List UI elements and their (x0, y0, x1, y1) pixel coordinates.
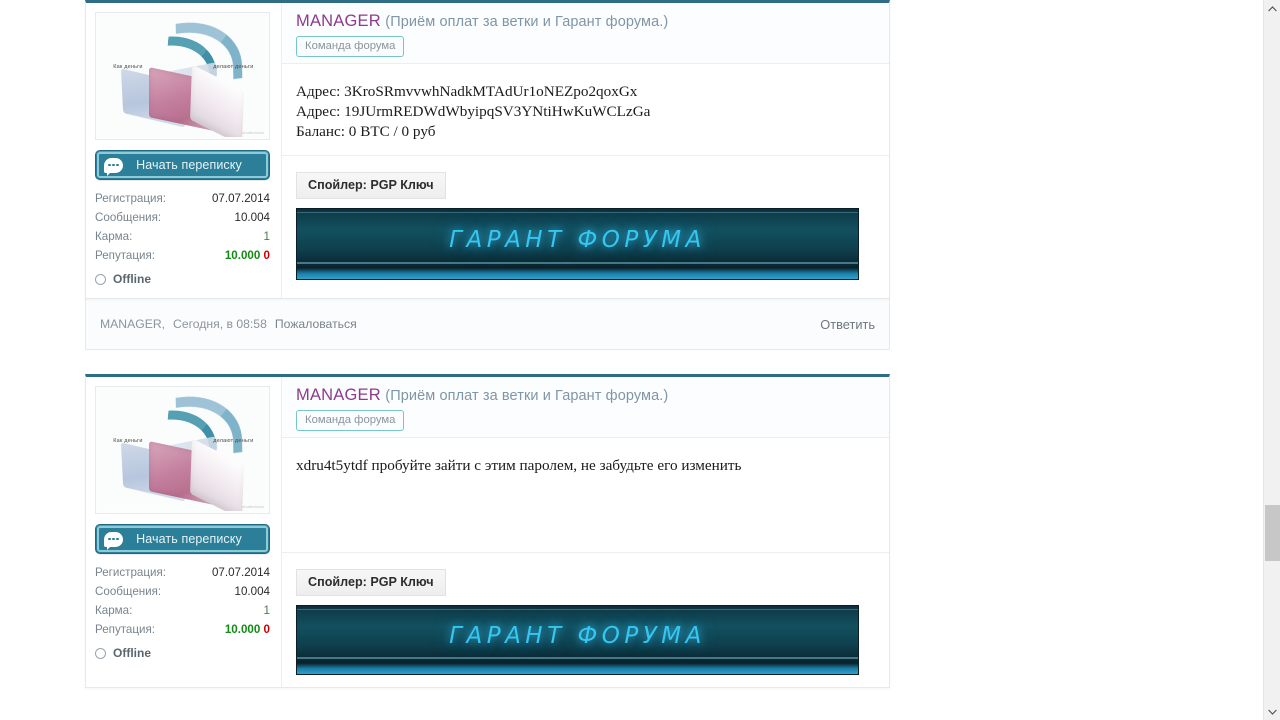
guarantor-banner-text: ГАРАНТ ФОРУМА (449, 623, 706, 649)
stat-row-reputation: Репутация: 10.000 0 (95, 246, 270, 265)
post-author-name[interactable]: MANAGER (296, 386, 381, 404)
post-footer-author: MANAGER, (100, 317, 166, 331)
stat-label: Сообщения: (95, 211, 162, 224)
stat-row-registration: Регистрация: 07.07.2014 (95, 563, 270, 582)
stat-value: 10.004 (234, 585, 270, 598)
reputation-values: 10.000 0 (225, 246, 270, 265)
post-message-column: MANAGER (Приём оплат за ветки и Гарант ф… (282, 377, 889, 687)
reputation-positive: 10.000 (224, 249, 261, 262)
stat-label: Репутация: (95, 249, 155, 262)
avatar-watermark: shutterstock (242, 504, 264, 509)
post-body-line: Адрес: 19JUrmREDWdWbyipqSV3YNtiHwKuWCLzG… (296, 103, 651, 120)
reputation-negative: 0 (263, 249, 270, 262)
post-header: MANAGER (Приём оплат за ветки и Гарант ф… (282, 377, 889, 438)
post-item: Как деньги делают деньги shutterstock На… (85, 0, 890, 299)
post-author-name[interactable]: MANAGER (296, 12, 381, 30)
avatar-watermark: shutterstock (242, 130, 264, 135)
speech-bubble-icon (104, 157, 123, 176)
posts-column: Как деньги делают деньги shutterstock На… (85, 0, 890, 688)
post-author-title: (Приём оплат за ветки и Гарант форума.) (385, 14, 669, 30)
stat-row-messages: Сообщения: 10.004 (95, 208, 270, 227)
post-attachment-area: Спойлер: PGP Ключ ГАРАНТ ФОРУМА (282, 156, 889, 298)
page-root: Как деньги делают деньги shutterstock На… (0, 0, 1280, 720)
offline-status-icon (95, 273, 106, 285)
spoiler-toggle-button[interactable]: Спойлер: PGP Ключ (296, 569, 446, 596)
avatar-image: Как деньги делают деньги shutterstock (98, 389, 267, 511)
team-badge: Команда форума (296, 36, 405, 57)
stat-label: Регистрация: (95, 566, 166, 579)
team-badge-wrap: Команда форума (296, 405, 875, 431)
guarantor-banner-image: ГАРАНТ ФОРУМА (296, 605, 859, 675)
avatar[interactable]: Как деньги делают деньги shutterstock (95, 386, 270, 514)
status-row: Offline (95, 272, 270, 286)
scroll-up-arrow-icon[interactable] (1264, 0, 1280, 17)
avatar-caption-right: делают деньги (213, 437, 254, 444)
stat-value: 1 (263, 230, 270, 243)
start-conversation-label: Начать переписку (136, 532, 242, 546)
post-author-title: (Приём оплат за ветки и Гарант форума.) (385, 388, 669, 404)
start-conversation-label: Начать переписку (136, 158, 242, 172)
post-footer: MANAGER, Сегодня, в 08:58 Пожаловаться О… (86, 299, 889, 349)
post-body: Адрес: 3KroSRmvvwhNadkMTAdUr1oNEZpo2qoxG… (282, 64, 889, 156)
stat-row-reputation: Репутация: 10.000 0 (95, 620, 270, 639)
avatar-caption-left: Как деньги (113, 63, 143, 70)
stat-value: 07.07.2014 (211, 566, 270, 579)
start-conversation-button[interactable]: Начать переписку (95, 150, 270, 180)
post-body-line: xdru4t5ytdf пробуйте зайти с этим пароле… (296, 457, 742, 474)
post-body-line: Адрес: 3KroSRmvvwhNadkMTAdUr1oNEZpo2qoxG… (296, 83, 638, 100)
post-attachment-area: Спойлер: PGP Ключ ГАРАНТ ФОРУМА (282, 553, 889, 687)
vertical-scrollbar[interactable] (1263, 0, 1280, 720)
post-footer-left: MANAGER, Сегодня, в 08:58 Пожаловаться (86, 317, 357, 331)
report-link[interactable]: Пожаловаться (275, 317, 357, 331)
avatar-image: Как деньги делают деньги shutterstock (98, 15, 267, 137)
speech-bubble-icon (104, 531, 123, 550)
stat-value: 1 (263, 604, 270, 617)
post-footer-wrapper: MANAGER, Сегодня, в 08:58 Пожаловаться О… (85, 298, 890, 350)
stat-label: Карма: (95, 230, 133, 243)
avatar-caption-right: делают деньги (213, 63, 254, 70)
reputation-values: 10.000 0 (225, 620, 270, 639)
post-user-column: Как деньги делают деньги shutterstock На… (86, 3, 282, 298)
post-user-column: Как деньги делают деньги shutterstock На… (86, 377, 282, 687)
post-footer-time: Сегодня, в 08:58 (173, 317, 267, 331)
avatar[interactable]: Как деньги делают деньги shutterstock (95, 12, 270, 140)
stat-row-registration: Регистрация: 07.07.2014 (95, 189, 270, 208)
stat-label: Регистрация: (95, 192, 166, 205)
team-badge-wrap: Команда форума (296, 31, 875, 57)
guarantor-banner-text: ГАРАНТ ФОРУМА (449, 227, 706, 253)
reply-button[interactable]: Ответить (820, 317, 875, 332)
reputation-positive: 10.000 (224, 623, 261, 636)
stat-row-messages: Сообщения: 10.004 (95, 582, 270, 601)
scrollbar-thumb[interactable] (1265, 505, 1280, 561)
stat-row-karma: Карма: 1 (95, 227, 270, 246)
spoiler-toggle-button[interactable]: Спойлер: PGP Ключ (296, 172, 446, 199)
scroll-down-arrow-icon[interactable] (1264, 703, 1280, 720)
stat-label: Карма: (95, 604, 133, 617)
stat-value: 07.07.2014 (211, 192, 270, 205)
start-conversation-button[interactable]: Начать переписку (95, 524, 270, 554)
status-badge: Offline (113, 272, 151, 286)
team-badge: Команда форума (296, 410, 405, 431)
post-item: Как деньги делают деньги shutterstock На… (85, 374, 890, 688)
post-body-line: Баланс: 0 BTC / 0 руб (296, 123, 436, 140)
user-stats: Регистрация: 07.07.2014 Сообщения: 10.00… (95, 563, 270, 660)
offline-status-icon (95, 647, 106, 659)
status-badge: Offline (113, 646, 151, 660)
avatar-caption-left: Как деньги (113, 437, 143, 444)
reputation-negative: 0 (263, 623, 270, 636)
user-stats: Регистрация: 07.07.2014 Сообщения: 10.00… (95, 189, 270, 286)
status-row: Offline (95, 646, 270, 660)
post-header: MANAGER (Приём оплат за ветки и Гарант ф… (282, 3, 889, 64)
stat-label: Репутация: (95, 623, 155, 636)
post-body: xdru4t5ytdf пробуйте зайти с этим пароле… (282, 438, 889, 553)
stat-row-karma: Карма: 1 (95, 601, 270, 620)
stat-label: Сообщения: (95, 585, 162, 598)
stat-value: 10.004 (234, 211, 270, 224)
guarantor-banner-image: ГАРАНТ ФОРУМА (296, 208, 859, 280)
post-message-column: MANAGER (Приём оплат за ветки и Гарант ф… (282, 3, 889, 298)
